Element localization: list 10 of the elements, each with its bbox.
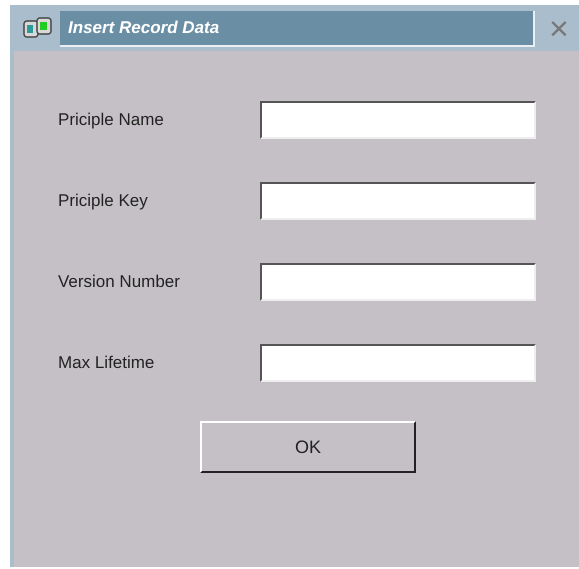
field-label: Max Lifetime [58, 352, 156, 374]
field-label: Priciple Key [58, 190, 149, 212]
field-label: Version Number [58, 271, 181, 294]
field-label: Priciple Name [58, 109, 165, 132]
input-field[interactable] [260, 344, 536, 382]
input-field[interactable] [260, 101, 536, 139]
input-field[interactable] [260, 263, 536, 301]
window-title: Insert Record Data [60, 11, 535, 47]
ok-button[interactable]: OK [200, 421, 416, 473]
input-field[interactable] [260, 182, 536, 220]
